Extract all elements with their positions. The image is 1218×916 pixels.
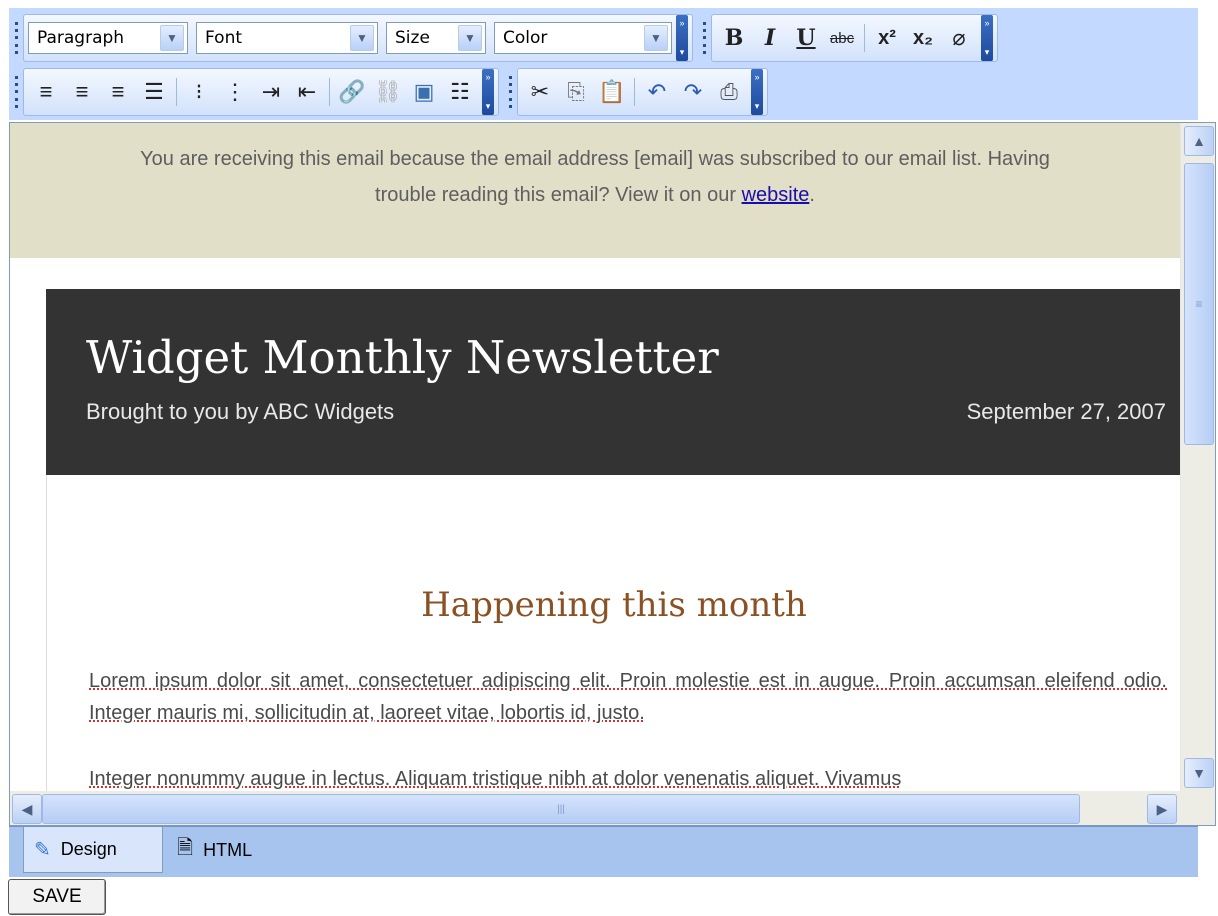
design-pencil-icon: ✎ <box>34 839 51 861</box>
subscript-button[interactable]: x₂ <box>905 20 941 56</box>
notice-line-2-end: . <box>809 184 815 206</box>
chevron-down-icon[interactable]: ▼ <box>458 25 482 51</box>
toolbar-grip[interactable] <box>9 72 23 112</box>
toolbar-overflow-button[interactable]: » ▾ <box>751 69 763 115</box>
redo-icon[interactable]: ↷ <box>675 74 711 110</box>
separator <box>634 78 635 106</box>
tab-design-label: Design <box>60 839 117 859</box>
scroll-left-button[interactable]: ◀ <box>12 794 42 824</box>
clipboard-buttons: ✂ ⎘ 📋 ↶ ↷ ⎙ » ▾ <box>517 68 768 116</box>
align-right-icon[interactable]: ≡ <box>64 74 100 110</box>
color-dropdown[interactable]: Color ▼ <box>494 22 672 54</box>
separator <box>329 78 330 106</box>
print-icon[interactable]: ⎙ <box>711 74 747 110</box>
format-dropdowns: Paragraph ▼ Font ▼ Size ▼ Color ▼ » ▾ <box>23 14 693 62</box>
toolbar-grip[interactable] <box>697 18 711 58</box>
separator <box>176 78 177 106</box>
bulleted-list-icon[interactable]: ⁝ <box>181 74 217 110</box>
size-dropdown[interactable]: Size ▼ <box>386 22 486 54</box>
editor-content-area[interactable]: You are receiving this email because the… <box>9 122 1216 826</box>
font-dropdown-value: Font <box>205 28 243 48</box>
underline-button[interactable]: U <box>788 20 824 56</box>
html-document-icon: 🗎 <box>177 837 194 859</box>
toolbar-row-edit: ≡ ≡ ≡ ☰ ⁝ ⋮ ⇥ ⇤ 🔗 ⛓ ▣ ☷ » ▾ ✂ ⎘ 📋 ↶ ↷ ⎙ »… <box>9 66 772 118</box>
newsletter-body: Happening this month Lorem ipsum dolor s… <box>46 475 1181 825</box>
paste-icon[interactable]: 📋 <box>594 74 630 110</box>
eraser-icon: ⌀ <box>952 25 966 50</box>
justify-icon[interactable]: ☰ <box>136 74 172 110</box>
paragraph-dropdown[interactable]: Paragraph ▼ <box>28 22 188 54</box>
scroll-right-button[interactable]: ▶ <box>1147 794 1177 824</box>
bold-button[interactable]: B <box>716 20 752 56</box>
paragraph-dropdown-value: Paragraph <box>37 28 125 48</box>
body-paragraph: Lorem ipsum dolor sit amet, consectetuer… <box>89 670 1167 724</box>
scroll-down-button[interactable]: ▼ <box>1184 758 1214 788</box>
eraser-button[interactable]: ⌀ <box>941 20 977 56</box>
cut-icon[interactable]: ✂ <box>522 74 558 110</box>
toolbar-overflow-button[interactable]: » ▾ <box>981 15 993 61</box>
newsletter-header: Widget Monthly Newsletter Brought to you… <box>46 289 1180 475</box>
notice-line-2-text: trouble reading this email? View it on o… <box>375 184 736 206</box>
chevron-right-icon: ▶ <box>1156 800 1168 817</box>
vertical-scroll-thumb[interactable]: ≡ <box>1184 163 1214 445</box>
horizontal-rule-icon[interactable]: ☷ <box>442 74 478 110</box>
chevron-down-icon[interactable]: ▼ <box>350 25 374 51</box>
save-button[interactable]: SAVE <box>8 879 106 915</box>
align-center-icon[interactable]: ≡ <box>100 74 136 110</box>
chevron-down-icon[interactable]: ▼ <box>160 25 184 51</box>
paragraph-buttons: ≡ ≡ ≡ ☰ ⁝ ⋮ ⇥ ⇤ 🔗 ⛓ ▣ ☷ » ▾ <box>23 68 499 116</box>
tab-html[interactable]: 🗎 HTML <box>167 827 291 873</box>
italic-button[interactable]: I <box>752 20 788 56</box>
notice-line-1: You are receiving this email because the… <box>140 148 1050 170</box>
horizontal-scroll-thumb[interactable]: ||| <box>42 794 1080 824</box>
website-link[interactable]: website <box>742 184 810 206</box>
toolbar-row-format: Paragraph ▼ Font ▼ Size ▼ Color ▼ » ▾ B I… <box>9 12 1002 64</box>
toolbar-grip[interactable] <box>503 72 517 112</box>
color-dropdown-value: Color <box>503 28 548 48</box>
toolbar-grip[interactable] <box>9 18 23 58</box>
email-notice: You are receiving this email because the… <box>10 123 1180 258</box>
chevron-up-icon: ▲ <box>1192 133 1206 149</box>
numbered-list-icon[interactable]: ⋮ <box>217 74 253 110</box>
toolbar-overflow-button[interactable]: » ▾ <box>676 15 688 61</box>
chevron-left-icon: ◀ <box>21 800 33 817</box>
scrollbar-corner <box>1181 791 1215 825</box>
editor-toolbar: Paragraph ▼ Font ▼ Size ▼ Color ▼ » ▾ B I… <box>9 8 1198 120</box>
tab-design[interactable]: ✎ Design <box>23 827 163 873</box>
copy-icon[interactable]: ⎘ <box>558 74 594 110</box>
superscript-button[interactable]: x² <box>869 20 905 56</box>
vertical-scrollbar[interactable]: ▲ ≡ ▼ <box>1180 123 1215 791</box>
newsletter-date: September 27, 2007 <box>966 399 1166 424</box>
separator <box>864 24 865 52</box>
size-dropdown-value: Size <box>395 28 430 48</box>
strikethrough-button[interactable]: abc <box>824 20 860 56</box>
horizontal-scrollbar[interactable]: ◀ ||| ▶ <box>10 791 1215 825</box>
remove-link-icon[interactable]: ⛓ <box>370 74 406 110</box>
outdent-icon[interactable]: ⇤ <box>289 74 325 110</box>
mode-tabs: ✎ Design 🗎 HTML <box>9 826 1198 877</box>
scroll-up-button[interactable]: ▲ <box>1184 126 1214 156</box>
chevron-down-icon[interactable]: ▼ <box>644 25 668 51</box>
insert-image-icon[interactable]: ▣ <box>406 74 442 110</box>
font-dropdown[interactable]: Font ▼ <box>196 22 378 54</box>
align-left-icon[interactable]: ≡ <box>28 74 64 110</box>
insert-link-icon[interactable]: 🔗 <box>334 74 370 110</box>
toolbar-overflow-button[interactable]: » ▾ <box>482 69 494 115</box>
chevron-down-icon: ▼ <box>1192 765 1206 781</box>
newsletter-subtitle: Brought to you by ABC Widgets <box>86 399 395 424</box>
notice-line-2: trouble reading this email? View it on o… <box>10 177 1180 213</box>
tab-html-label: HTML <box>203 839 253 860</box>
indent-icon[interactable]: ⇥ <box>253 74 289 110</box>
text-style-buttons: B I U abc x² x₂ ⌀ » ▾ <box>711 14 998 62</box>
newsletter-title: Widget Monthly Newsletter <box>86 331 719 384</box>
undo-icon[interactable]: ↶ <box>639 74 675 110</box>
section-title: Happening this month <box>421 585 807 625</box>
